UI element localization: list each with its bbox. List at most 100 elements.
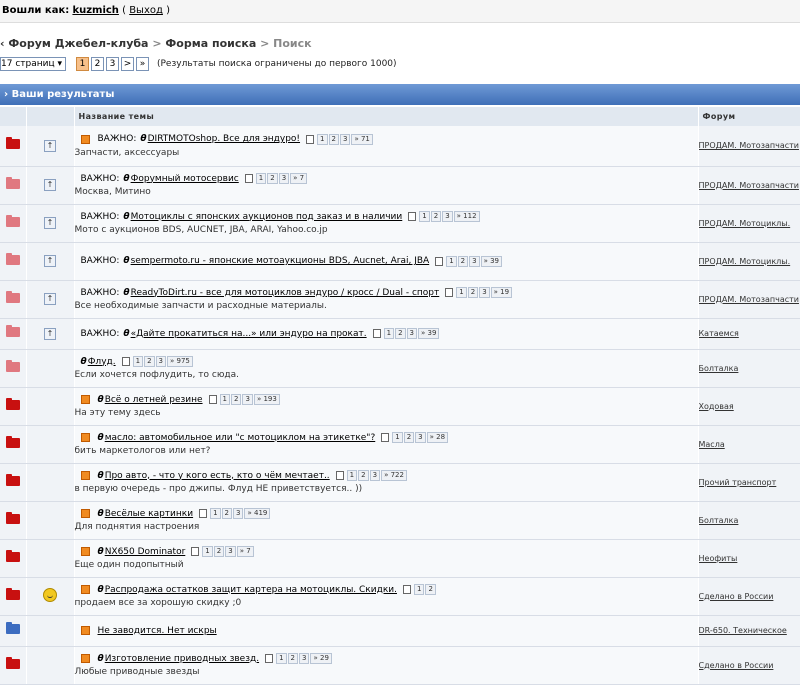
- next-page-link[interactable]: >: [120, 57, 134, 71]
- header-forum[interactable]: Форум: [698, 107, 800, 126]
- topic-page-link[interactable]: 2: [403, 432, 415, 443]
- topic-page-link[interactable]: » 39: [418, 328, 440, 339]
- logout-link[interactable]: Выход: [129, 5, 163, 16]
- topic-page-link[interactable]: 3: [406, 328, 418, 339]
- topic-title-link[interactable]: «Дайте прокатиться на...» или эндуро на …: [131, 329, 367, 339]
- new-post-icon[interactable]: [80, 134, 90, 144]
- topic-page-link[interactable]: 1: [210, 508, 221, 519]
- topic-page-link[interactable]: 1: [219, 394, 231, 405]
- forum-link[interactable]: Неофиты: [699, 554, 738, 563]
- topic-page-link[interactable]: » 419: [244, 508, 271, 519]
- topic-page-link[interactable]: 2: [328, 133, 339, 145]
- new-post-icon[interactable]: [80, 395, 90, 404]
- user-link[interactable]: kuzmich: [72, 5, 118, 16]
- topic-title-link[interactable]: Форумный мотосервис: [131, 174, 239, 184]
- topic-page-link[interactable]: 1: [413, 584, 425, 595]
- topic-page-link[interactable]: 2: [231, 394, 242, 405]
- topic-page-link[interactable]: » 71: [351, 133, 373, 145]
- forum-link[interactable]: ПРОДАМ. Мотоциклы.: [699, 219, 791, 228]
- forum-link[interactable]: ПРОДАМ. Мотоциклы.: [699, 257, 791, 266]
- topic-page-link[interactable]: 1: [456, 287, 467, 298]
- topic-page-link[interactable]: 1: [346, 470, 358, 481]
- topic-title-link[interactable]: Флуд.: [88, 357, 116, 367]
- topic-page-link[interactable]: 1: [276, 653, 287, 664]
- topic-page-link[interactable]: 2: [395, 328, 406, 339]
- topic-title-link[interactable]: масло: автомобильное или "с мотоциклом н…: [105, 433, 376, 443]
- forum-link[interactable]: Прочий транспорт: [699, 478, 777, 487]
- topic-page-link[interactable]: 2: [358, 470, 369, 481]
- topic-page-link[interactable]: 1: [317, 133, 328, 145]
- topic-page-link[interactable]: 1: [255, 173, 267, 184]
- topic-title-link[interactable]: ReadyToDirt.ru - все для мотоциклов энду…: [131, 288, 440, 298]
- topic-title-link[interactable]: Про авто, - что у кого есть, кто о чём м…: [105, 471, 330, 481]
- topic-page-link[interactable]: 1: [132, 356, 144, 367]
- topic-page-link[interactable]: » 39: [480, 255, 503, 267]
- forum-link[interactable]: Масла: [699, 440, 725, 449]
- topic-page-link[interactable]: 1: [419, 211, 430, 222]
- topic-title-link[interactable]: Распродажа остатков защит картера на мот…: [105, 585, 397, 595]
- new-post-icon[interactable]: [80, 626, 90, 635]
- topic-title-link[interactable]: DIRTMOTOshop. Все для эндуро!: [148, 134, 300, 144]
- topic-title-link[interactable]: Всё о летней резине: [105, 395, 203, 405]
- topic-page-link[interactable]: » 112: [453, 211, 480, 222]
- topic-page-link[interactable]: 1: [202, 546, 213, 557]
- topic-title-link[interactable]: Мотоциклы с японских аукционов под заказ…: [131, 212, 403, 222]
- topic-page-link[interactable]: » 7: [236, 546, 254, 557]
- topic-page-link[interactable]: » 7: [290, 173, 308, 184]
- last-page-link[interactable]: »: [135, 57, 149, 71]
- forum-link[interactable]: ПРОДАМ. Мотозапчасти: [699, 141, 799, 150]
- topic-title-link[interactable]: Весёлые картинки: [105, 509, 193, 519]
- new-post-icon[interactable]: [80, 433, 90, 442]
- topic-page-link[interactable]: 2: [213, 546, 225, 557]
- forum-link[interactable]: ПРОДАМ. Мотозапчасти: [699, 181, 799, 190]
- topic-page-link[interactable]: 3: [278, 173, 290, 184]
- topic-page-link[interactable]: 3: [299, 653, 310, 664]
- new-post-icon[interactable]: [80, 471, 90, 480]
- new-post-icon[interactable]: [80, 585, 90, 594]
- topic-page-link[interactable]: 1: [383, 328, 395, 339]
- topic-page-link[interactable]: 3: [415, 432, 426, 443]
- topic-page-link[interactable]: 3: [242, 394, 253, 405]
- topic-page-link[interactable]: 1: [446, 255, 457, 267]
- topic-page-link[interactable]: 3: [469, 255, 480, 267]
- topic-page-link[interactable]: 2: [221, 508, 233, 519]
- topic-page-link[interactable]: » 28: [426, 432, 449, 443]
- topic-title-link[interactable]: Не заводится. Нет искры: [98, 626, 217, 636]
- page-2-link[interactable]: 2: [90, 57, 104, 71]
- topic-page-link[interactable]: 3: [479, 287, 490, 298]
- forum-link[interactable]: Сделано в России: [699, 661, 774, 670]
- new-post-icon[interactable]: [80, 654, 90, 663]
- breadcrumb-search-form-link[interactable]: Форма поиска: [165, 37, 256, 50]
- topic-page-link[interactable]: 2: [467, 287, 479, 298]
- topic-title-link[interactable]: Изготовление приводных звезд.: [105, 654, 259, 664]
- topic-page-link[interactable]: 3: [339, 133, 351, 145]
- forum-link[interactable]: Болталка: [699, 364, 739, 373]
- topic-page-link[interactable]: 2: [287, 653, 299, 664]
- breadcrumb-forum-link[interactable]: Форум Джебел-клуба: [8, 37, 148, 50]
- forum-link[interactable]: Сделано в России: [699, 592, 774, 601]
- topic-page-link[interactable]: 2: [425, 584, 436, 595]
- page-jump-select[interactable]: 17 страниц ▾: [0, 57, 66, 71]
- topic-title-link[interactable]: sempermoto.ru - японские мотоаукционы BD…: [131, 256, 430, 266]
- topic-page-link[interactable]: » 29: [310, 653, 332, 664]
- topic-page-link[interactable]: 2: [144, 356, 155, 367]
- topic-page-link[interactable]: 2: [430, 211, 442, 222]
- forum-link[interactable]: Катаемся: [699, 329, 739, 338]
- topic-page-link[interactable]: » 975: [167, 356, 193, 367]
- topic-page-link[interactable]: 3: [442, 211, 453, 222]
- topic-page-link[interactable]: 2: [457, 255, 469, 267]
- topic-page-link[interactable]: 2: [267, 173, 278, 184]
- new-post-icon[interactable]: [80, 547, 90, 556]
- forum-link[interactable]: Болталка: [699, 516, 739, 525]
- page-3-link[interactable]: 3: [105, 57, 119, 71]
- header-topic[interactable]: Название темы: [74, 107, 699, 126]
- forum-link[interactable]: ПРОДАМ. Мотозапчасти: [699, 295, 799, 304]
- topic-page-link[interactable]: » 19: [490, 287, 513, 298]
- topic-page-link[interactable]: » 193: [253, 394, 280, 405]
- topic-title-link[interactable]: NX650 Dominator: [105, 547, 186, 557]
- topic-page-link[interactable]: 3: [155, 356, 167, 367]
- forum-link[interactable]: Ходовая: [699, 402, 734, 411]
- topic-page-link[interactable]: 3: [225, 546, 236, 557]
- topic-page-link[interactable]: 1: [392, 432, 403, 443]
- forum-link[interactable]: DR-650. Техническое: [699, 626, 787, 635]
